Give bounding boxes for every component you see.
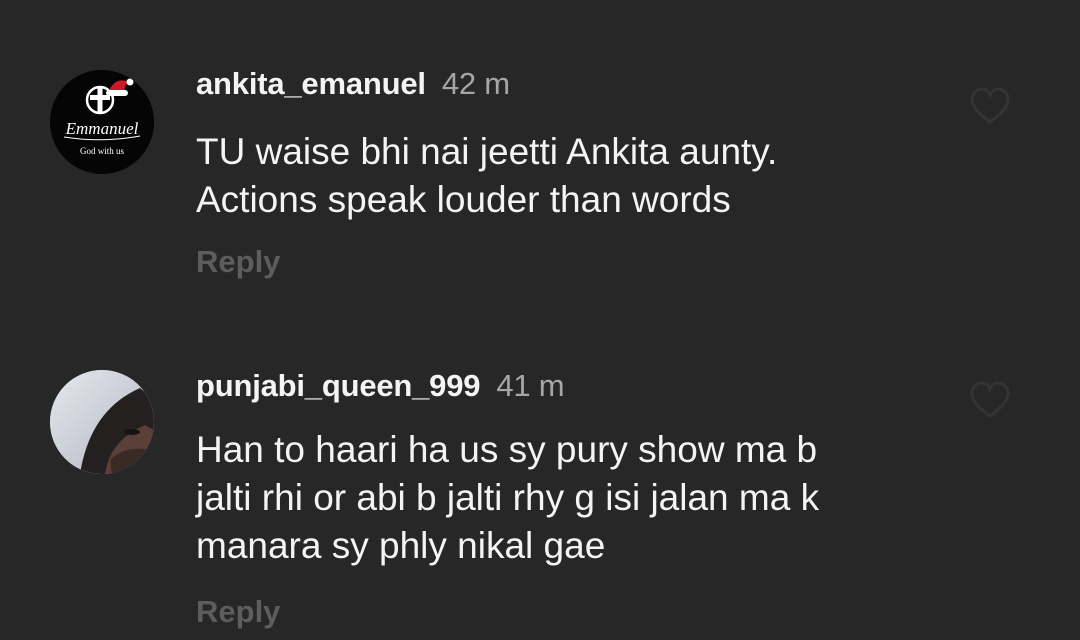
emmanuel-logo-icon: Emmanuel God with us [50,70,154,174]
comment-text: Han to haari ha us sy pury show ma b jal… [196,426,996,570]
comment-line: manara sy phly nikal gae [196,525,606,566]
comment-time: 42 m [441,66,510,101]
comment-header: punjabi_queen_999 41 m [196,368,565,404]
comment-text: TU waise bhi nai jeetti Ankita aunty. Ac… [196,128,996,224]
logo-text: Emmanuel [65,119,139,138]
comment-time: 41 m [496,368,565,403]
heart-outline-icon[interactable] [968,380,1012,420]
comment-line: jalti rhi or abi b jalti rhy g isi jalan… [196,477,820,518]
comment-line: TU waise bhi nai jeetti Ankita aunty. [196,131,778,172]
avatar[interactable]: Emmanuel God with us [50,70,154,174]
username-link[interactable]: ankita_emanuel [196,66,426,101]
comment-header: ankita_emanuel 42 m [196,66,510,102]
username-link[interactable]: punjabi_queen_999 [196,368,481,403]
reply-button[interactable]: Reply [196,594,280,630]
comments-screen: Emmanuel God with us ankita_emanuel 42 m … [0,0,1080,640]
heart-outline-icon[interactable] [968,86,1012,126]
comment-line: Actions speak louder than words [196,179,731,220]
avatar[interactable] [50,370,154,474]
comment-line: Han to haari ha us sy pury show ma b [196,429,818,470]
profile-photo [50,370,154,474]
logo-subtext: God with us [80,146,125,156]
comment-item: punjabi_queen_999 41 m Han to haari ha us… [0,320,1080,640]
comment-item: Emmanuel God with us ankita_emanuel 42 m … [0,0,1080,320]
reply-button[interactable]: Reply [196,244,280,280]
